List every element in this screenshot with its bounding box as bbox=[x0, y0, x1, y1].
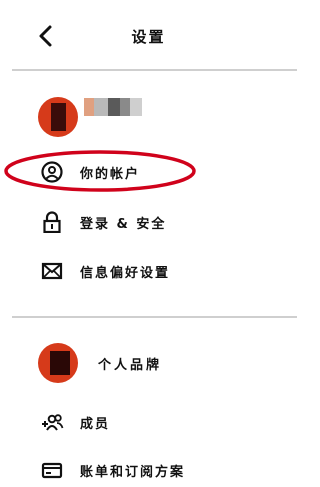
menu-item-your-account[interactable]: 你的帐户 bbox=[36, 158, 276, 186]
menu-item-login-security[interactable]: 登录 & 安全 bbox=[36, 208, 276, 236]
account-name-redacted bbox=[84, 98, 142, 116]
menu-item-label: 登录 & 安全 bbox=[80, 217, 167, 232]
card-icon bbox=[41, 462, 63, 479]
page-title: 设置 bbox=[131, 28, 166, 46]
brand-avatar[interactable] bbox=[38, 343, 78, 383]
top-bar: 设置 bbox=[0, 0, 297, 68]
menu-item-billing[interactable]: 账单和订阅方案 bbox=[36, 456, 276, 484]
menu-item-message-preferences[interactable]: 信息偏好设置 bbox=[36, 257, 276, 285]
lock-icon bbox=[43, 211, 61, 233]
menu-item-label: 账单和订阅方案 bbox=[80, 465, 186, 480]
mail-icon bbox=[41, 262, 63, 280]
account-avatar[interactable] bbox=[38, 97, 78, 137]
members-add-icon bbox=[42, 414, 64, 431]
header-divider bbox=[12, 69, 297, 71]
menu-item-label: 信息偏好设置 bbox=[80, 266, 171, 281]
menu-item-members[interactable]: 成员 bbox=[36, 408, 276, 436]
menu-item-label: 你的帐户 bbox=[80, 167, 141, 182]
brand-label[interactable]: 个人品牌 bbox=[98, 354, 162, 373]
user-circle-icon bbox=[41, 161, 63, 183]
section-divider bbox=[12, 316, 297, 318]
menu-item-label: 成员 bbox=[80, 417, 111, 432]
